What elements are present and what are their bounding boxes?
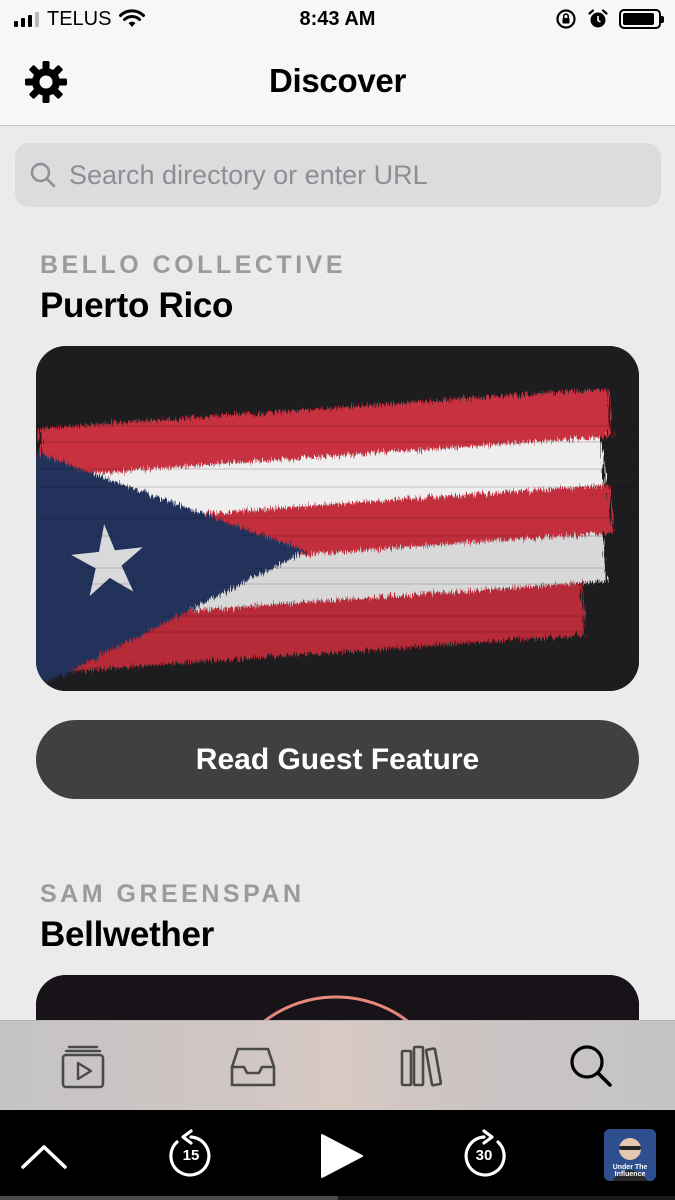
puerto-rico-flag-image xyxy=(36,346,639,691)
status-left: TELUS xyxy=(14,7,146,31)
skip-back-button[interactable]: 15 xyxy=(163,1128,219,1184)
gear-icon xyxy=(25,61,67,103)
feature-header-bellwether: SAM GREENSPAN Bellwether xyxy=(40,880,640,955)
status-right xyxy=(555,8,664,30)
wifi-icon xyxy=(119,9,146,27)
inbox-icon xyxy=(230,1047,276,1086)
library-icon xyxy=(400,1045,443,1087)
feature-title: Puerto Rico xyxy=(40,286,234,325)
skip-forward-button[interactable]: 30 xyxy=(456,1128,512,1184)
tab-bar xyxy=(0,1020,675,1110)
search-placeholder: Search directory or enter URL xyxy=(69,159,428,190)
page-title: Discover xyxy=(268,62,406,99)
tab-library[interactable] xyxy=(377,1021,467,1111)
nav-header: Discover xyxy=(0,38,675,126)
chevron-up-icon xyxy=(21,1145,67,1169)
expand-player-button[interactable] xyxy=(16,1128,72,1184)
search-icon xyxy=(570,1044,612,1087)
bellwether-artwork-image xyxy=(36,975,639,1020)
play-queue-icon xyxy=(62,1045,105,1088)
playback-progress-fill xyxy=(0,1196,338,1200)
feature-title: Bellwether xyxy=(40,915,214,954)
battery-fill xyxy=(623,13,654,25)
rotation-lock-icon xyxy=(556,9,576,29)
tab-up-next[interactable] xyxy=(39,1021,129,1111)
mini-player: 15 30 Under The Influence xyxy=(0,1110,675,1200)
carrier-label: TELUS xyxy=(47,7,112,30)
feature-artwork-puerto-rico[interactable] xyxy=(36,346,639,691)
tab-discover[interactable] xyxy=(546,1021,636,1111)
play-icon xyxy=(321,1134,363,1178)
feature-artwork-bellwether[interactable] xyxy=(36,975,639,1020)
skip-forward-label: 30 xyxy=(475,1147,493,1164)
battery-icon xyxy=(619,9,664,29)
feature-eyebrow: SAM GREENSPAN xyxy=(40,880,305,908)
now-playing-artwork[interactable]: Under The Influence xyxy=(604,1129,656,1181)
skip-back-label: 15 xyxy=(182,1147,200,1164)
search-icon xyxy=(30,162,56,188)
tab-inbox[interactable] xyxy=(208,1021,298,1111)
settings-button[interactable] xyxy=(22,58,70,106)
alarm-icon xyxy=(588,9,608,28)
play-button[interactable] xyxy=(312,1128,368,1184)
feature-header-puerto-rico: BELLO COLLECTIVE Puerto Rico xyxy=(40,251,640,326)
search-input[interactable]: Search directory or enter URL xyxy=(15,143,661,207)
signal-icon xyxy=(14,11,39,27)
discover-content[interactable]: Search directory or enter URL BELLO COLL… xyxy=(0,127,675,1020)
feature-eyebrow: BELLO COLLECTIVE xyxy=(40,251,346,279)
read-guest-feature-button[interactable]: Read Guest Feature xyxy=(36,720,639,799)
podcast-cover-text: Under The Influence xyxy=(612,1164,648,1178)
status-bar: TELUS 8:43 AM xyxy=(0,0,675,38)
playback-progress xyxy=(0,1196,675,1200)
